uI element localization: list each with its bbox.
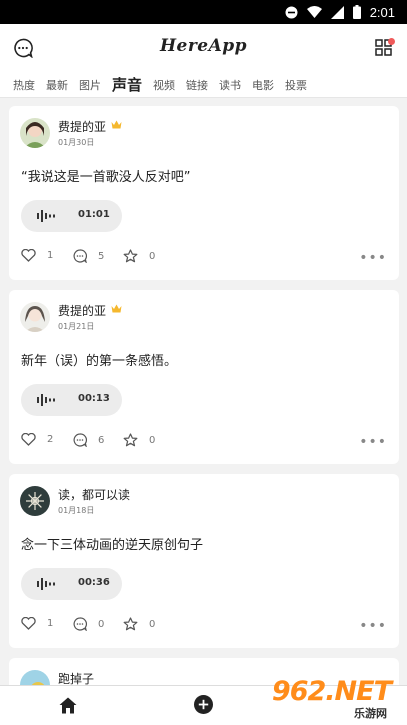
tab-audio[interactable]: 声音 <box>112 74 142 95</box>
post-date: 01月18日 <box>58 506 95 515</box>
tab-video[interactable]: 视频 <box>153 77 175 93</box>
tab-polls[interactable]: 投票 <box>285 77 307 93</box>
voice-player[interactable]: 01:01 <box>21 200 122 232</box>
comment-count: 5 <box>98 250 105 262</box>
category-tabs: 热度 最新 图片 声音 视频 链接 读书 电影 投票 <box>0 72 407 98</box>
post-date: 01月30日 <box>58 138 95 147</box>
comment-count: 6 <box>98 434 105 446</box>
avatar[interactable] <box>20 302 50 332</box>
tab-hot[interactable]: 热度 <box>13 77 35 93</box>
post-actions: 2 6 0 ••• <box>21 433 387 450</box>
favorite-count: 0 <box>149 618 156 630</box>
app-header: HereApp <box>0 24 407 72</box>
audio-wave-icon <box>37 578 55 590</box>
voice-duration: 01:01 <box>78 209 110 220</box>
like-button[interactable]: 1 <box>21 617 53 630</box>
tab-links[interactable]: 链接 <box>186 77 208 93</box>
favorite-button[interactable]: 0 <box>123 433 155 447</box>
post-card[interactable]: 费提的亚 01月30日 “我说这是一首歌没人反对吧” 01:01 1 5 0 •… <box>9 106 399 280</box>
comment-icon <box>73 617 87 631</box>
comment-button[interactable]: 0 <box>73 617 104 631</box>
avatar[interactable] <box>20 118 50 148</box>
favorite-count: 0 <box>149 434 156 446</box>
star-icon <box>123 433 138 447</box>
comment-icon <box>73 249 87 263</box>
more-options-icon[interactable]: ••• <box>359 434 387 450</box>
voice-duration: 00:13 <box>78 393 110 404</box>
like-button[interactable]: 1 <box>21 249 53 262</box>
post-username[interactable]: 读，都可以读 <box>58 486 130 503</box>
voice-duration: 00:36 <box>78 577 110 588</box>
heart-icon <box>21 433 36 446</box>
more-options-icon[interactable]: ••• <box>359 618 387 634</box>
vip-crown-icon <box>111 304 122 313</box>
post-username[interactable]: 费提的亚 <box>58 118 106 135</box>
post-card[interactable]: 费提的亚 01月21日 新年（误）的第一条感悟。 00:13 2 6 0 ••• <box>9 290 399 464</box>
post-text: “我说这是一首歌没人反对吧” <box>21 170 191 185</box>
tab-books[interactable]: 读书 <box>219 77 241 93</box>
like-count: 1 <box>47 618 54 629</box>
vip-crown-icon <box>111 120 122 129</box>
home-icon[interactable] <box>59 697 77 714</box>
add-post-icon[interactable] <box>194 695 213 714</box>
watermark-main: 962.NET <box>271 676 392 707</box>
voice-player[interactable]: 00:13 <box>21 384 122 416</box>
site-watermark: 962.NET 乐游网 <box>266 676 401 722</box>
favorite-button[interactable]: 0 <box>123 617 155 631</box>
status-bar: 2:01 <box>0 0 407 24</box>
comment-button[interactable]: 6 <box>73 433 104 447</box>
tab-movies[interactable]: 电影 <box>252 77 274 93</box>
audio-wave-icon <box>37 210 55 222</box>
status-time: 2:01 <box>369 4 395 20</box>
voice-player[interactable]: 00:36 <box>21 568 122 600</box>
post-actions: 1 0 0 ••• <box>21 617 387 634</box>
favorite-button[interactable]: 0 <box>123 249 155 263</box>
like-button[interactable]: 2 <box>21 433 53 446</box>
heart-icon <box>21 249 36 262</box>
notification-dot <box>388 38 395 45</box>
star-icon <box>123 249 138 263</box>
favorite-count: 0 <box>149 250 156 262</box>
comment-count: 0 <box>98 618 105 630</box>
comment-icon <box>73 433 87 447</box>
tab-latest[interactable]: 最新 <box>46 77 68 93</box>
post-text: 新年（误）的第一条感悟。 <box>21 354 178 369</box>
battery-icon <box>352 5 361 19</box>
signal-icon <box>330 5 344 19</box>
audio-wave-icon <box>37 394 55 406</box>
tab-images[interactable]: 图片 <box>79 77 101 93</box>
comment-button[interactable]: 5 <box>73 249 104 263</box>
avatar[interactable] <box>20 486 50 516</box>
watermark-sub: 乐游网 <box>354 705 387 721</box>
more-options-icon[interactable]: ••• <box>359 250 387 266</box>
post-username[interactable]: 费提的亚 <box>58 302 106 319</box>
like-count: 2 <box>47 434 54 445</box>
app-logo: HereApp <box>159 36 248 56</box>
post-card[interactable]: 读，都可以读 01月18日 念一下三体动画的逆天原创句子 00:36 1 0 0… <box>9 474 399 648</box>
heart-icon <box>21 617 36 630</box>
do-not-disturb-icon <box>285 6 298 18</box>
post-date: 01月21日 <box>58 322 95 331</box>
like-count: 1 <box>47 250 54 261</box>
star-icon <box>123 617 138 631</box>
post-text: 念一下三体动画的逆天原创句子 <box>21 538 204 553</box>
post-actions: 1 5 0 ••• <box>21 249 387 266</box>
wifi-icon <box>306 6 322 18</box>
